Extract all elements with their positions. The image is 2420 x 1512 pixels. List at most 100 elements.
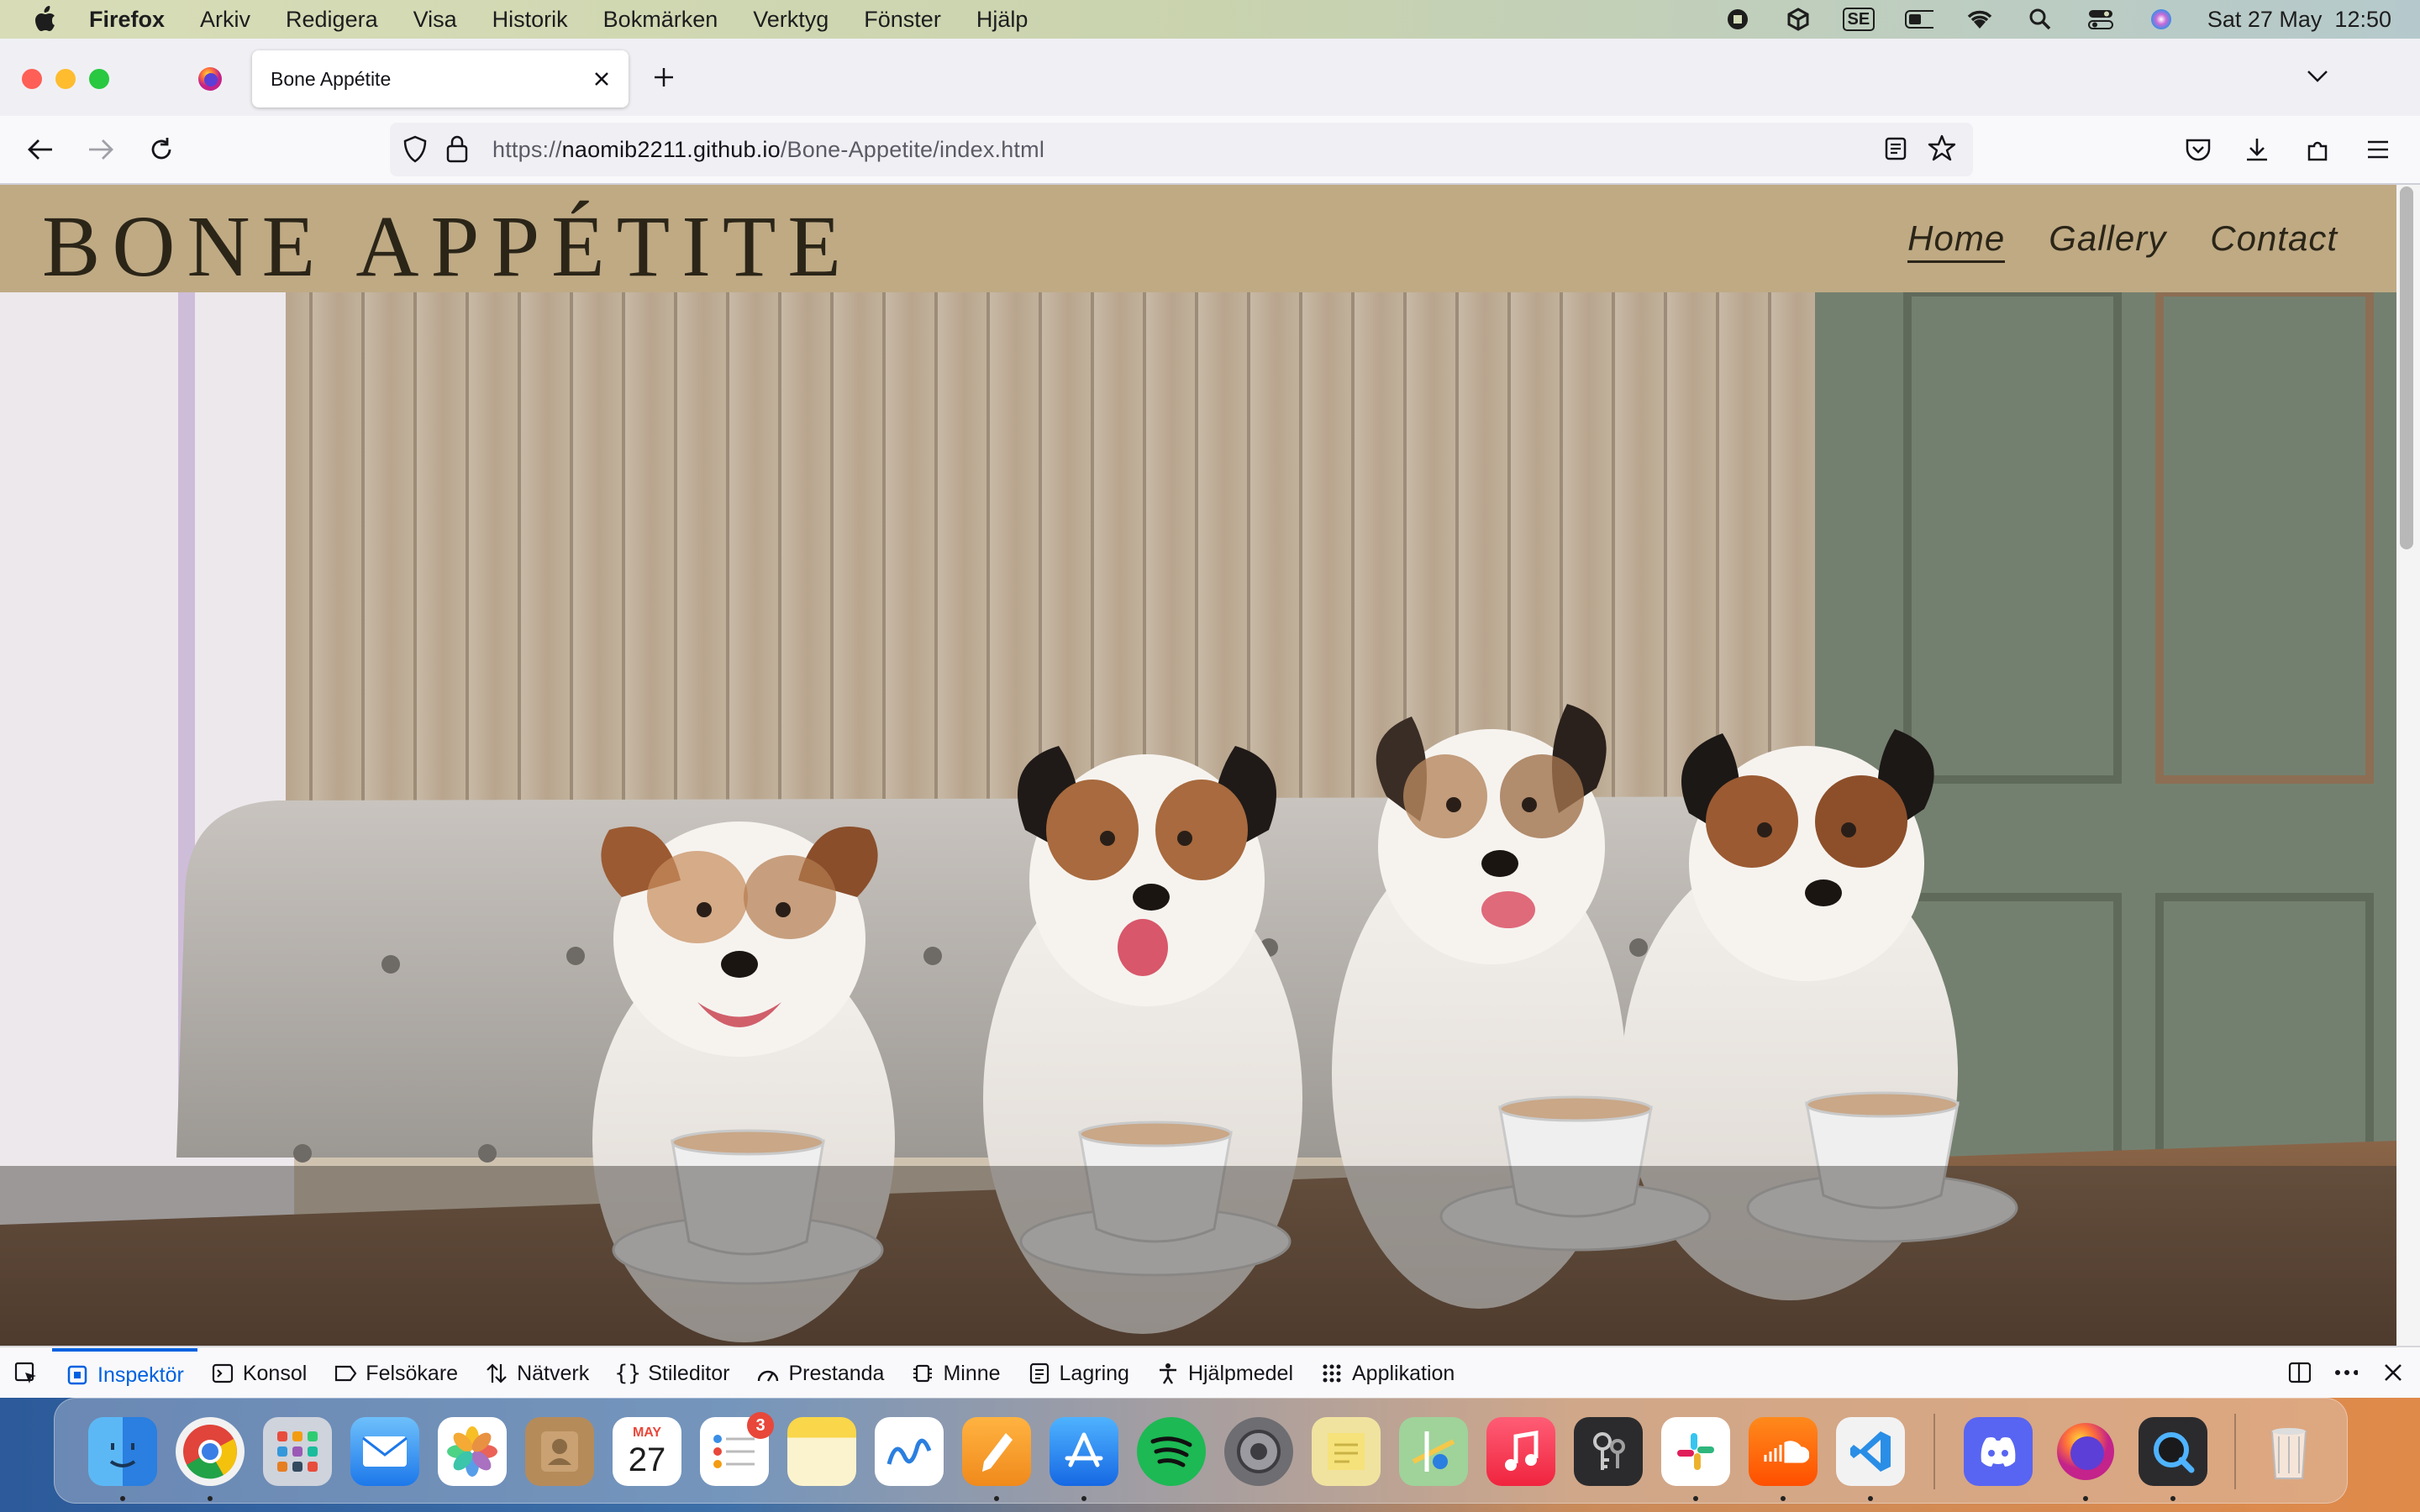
active-tab[interactable]: Bone Appétite — [252, 50, 629, 108]
stickies-icon[interactable] — [1312, 1417, 1381, 1486]
system-settings-icon[interactable] — [1224, 1417, 1293, 1486]
tab-console[interactable]: Konsol — [197, 1348, 320, 1399]
menu-fonster[interactable]: Fönster — [864, 7, 941, 33]
url-bar[interactable]: https://naomib2211.github.io/Bone-Appeti… — [390, 123, 1973, 176]
list-all-tabs-icon[interactable] — [2306, 69, 2329, 88]
tab-accessibility[interactable]: Hjälpmedel — [1143, 1348, 1307, 1399]
pages-icon[interactable] — [962, 1417, 1031, 1486]
close-tab-icon[interactable] — [588, 66, 615, 92]
spotify-icon[interactable] — [1137, 1417, 1206, 1486]
tab-inspector[interactable]: Inspektör — [52, 1348, 197, 1399]
nav-link-home[interactable]: Home — [1907, 218, 2006, 263]
siri-icon[interactable] — [2147, 7, 2175, 32]
tab-network[interactable]: Nätverk — [471, 1348, 602, 1399]
spotlight-search-icon[interactable] — [2026, 7, 2054, 32]
url-text[interactable]: https://naomib2211.github.io/Bone-Appeti… — [492, 137, 1044, 163]
site-logo[interactable]: BONE APPÉTITE — [42, 197, 853, 297]
minimize-window-button[interactable] — [55, 69, 76, 89]
console-icon — [211, 1362, 234, 1385]
firefox-dock-icon[interactable] — [2051, 1417, 2120, 1486]
discord-icon[interactable] — [1964, 1417, 2033, 1486]
maps-icon[interactable] — [1399, 1417, 1468, 1486]
reader-view-icon[interactable] — [1884, 136, 1907, 165]
scrollbar-thumb[interactable] — [2400, 186, 2413, 549]
mail-icon[interactable] — [350, 1417, 419, 1486]
reload-button[interactable] — [143, 131, 180, 168]
apple-icon[interactable] — [30, 5, 59, 34]
firefox-view-icon[interactable] — [197, 66, 224, 97]
music-icon[interactable] — [1486, 1417, 1555, 1486]
menu-clock[interactable]: Sat 27 May 12:50 — [2207, 7, 2391, 33]
finder-icon[interactable] — [88, 1417, 157, 1486]
maximize-window-button[interactable] — [89, 69, 109, 89]
tab-performance[interactable]: Prestanda — [743, 1348, 897, 1399]
close-devtools-icon[interactable] — [2381, 1361, 2405, 1384]
control-center-icon[interactable] — [2086, 7, 2115, 32]
tracking-protection-shield-icon[interactable] — [402, 134, 429, 169]
tab-bar: Bone Appétite — [0, 39, 2420, 116]
tab-storage-label: Lagring — [1059, 1361, 1129, 1385]
reminders-icon[interactable]: 3 — [700, 1412, 774, 1486]
keyboard-layout-label: SE — [1842, 8, 1876, 31]
calendar-icon[interactable]: MAY 27 — [613, 1417, 681, 1486]
url-path: /Bone-Appetite/index.html — [780, 136, 1045, 162]
keyboard-layout-icon[interactable]: SE — [1842, 7, 1876, 32]
menu-visa[interactable]: Visa — [413, 7, 457, 33]
performance-icon — [756, 1362, 780, 1385]
package-icon[interactable] — [1784, 7, 1812, 32]
quicktime-icon[interactable] — [2139, 1417, 2207, 1486]
extensions-icon[interactable] — [2299, 131, 2336, 168]
tab-storage[interactable]: Lagring — [1014, 1348, 1143, 1399]
screen-record-icon[interactable] — [1723, 7, 1752, 32]
tab-network-label: Nätverk — [517, 1361, 590, 1385]
menu-hjalp[interactable]: Hjälp — [976, 7, 1028, 33]
menu-historik[interactable]: Historik — [492, 7, 568, 33]
back-button[interactable] — [22, 131, 59, 168]
more-options-icon[interactable] — [2334, 1361, 2358, 1384]
nav-link-contact[interactable]: Contact — [2210, 218, 2338, 263]
tab-performance-label: Prestanda — [788, 1361, 885, 1385]
url-prefix: https:// — [492, 136, 562, 162]
downloads-icon[interactable] — [2238, 131, 2275, 168]
notes-icon[interactable] — [787, 1417, 856, 1486]
contacts-icon[interactable] — [525, 1417, 594, 1486]
freeform-icon[interactable] — [875, 1417, 944, 1486]
launchpad-icon[interactable] — [263, 1417, 332, 1486]
tab-memory[interactable]: Minne — [897, 1348, 1013, 1399]
slack-icon[interactable] — [1661, 1417, 1730, 1486]
network-icon — [485, 1362, 508, 1385]
photos-icon[interactable] — [438, 1417, 507, 1486]
tab-debugger[interactable]: Felsökare — [320, 1348, 471, 1399]
new-tab-button[interactable] — [652, 66, 676, 93]
chrome-icon[interactable] — [176, 1417, 245, 1486]
finder-running-dot — [120, 1496, 125, 1501]
pocket-icon[interactable] — [2180, 131, 2217, 168]
dock-side-icon[interactable] — [2287, 1361, 2311, 1384]
element-picker-icon[interactable] — [0, 1348, 52, 1399]
menu-bokmarken[interactable]: Bokmärken — [603, 7, 718, 33]
close-window-button[interactable] — [22, 69, 42, 89]
wifi-icon[interactable] — [1965, 7, 1994, 32]
hamburger-menu-icon[interactable] — [2360, 131, 2396, 168]
dock-divider — [1933, 1414, 1935, 1489]
debugger-icon — [334, 1362, 357, 1385]
menu-app-name[interactable]: Firefox — [89, 7, 165, 33]
bookmark-star-icon[interactable] — [1928, 134, 1956, 165]
page-viewport: BONE APPÉTITE Home Gallery Contact — [0, 185, 2396, 1346]
lock-icon[interactable] — [445, 134, 469, 167]
app-store-icon[interactable] — [1050, 1417, 1118, 1486]
dock-divider-trash — [2234, 1414, 2236, 1489]
keychain-access-icon[interactable] — [1574, 1417, 1643, 1486]
site-header: BONE APPÉTITE Home Gallery Contact — [0, 185, 2396, 295]
nav-link-gallery[interactable]: Gallery — [2049, 218, 2166, 263]
soundcloud-icon[interactable] — [1749, 1417, 1818, 1486]
menu-arkiv[interactable]: Arkiv — [200, 7, 250, 33]
trash-icon[interactable] — [2254, 1417, 2323, 1486]
tab-style-editor[interactable]: {} Stileditor — [602, 1348, 743, 1399]
menu-redigera[interactable]: Redigera — [286, 7, 378, 33]
forward-button[interactable] — [82, 131, 119, 168]
tab-application[interactable]: Applikation — [1307, 1348, 1468, 1399]
battery-icon[interactable] — [1904, 7, 1933, 32]
vscode-icon[interactable] — [1836, 1417, 1905, 1486]
menu-verktyg[interactable]: Verktyg — [753, 7, 829, 33]
